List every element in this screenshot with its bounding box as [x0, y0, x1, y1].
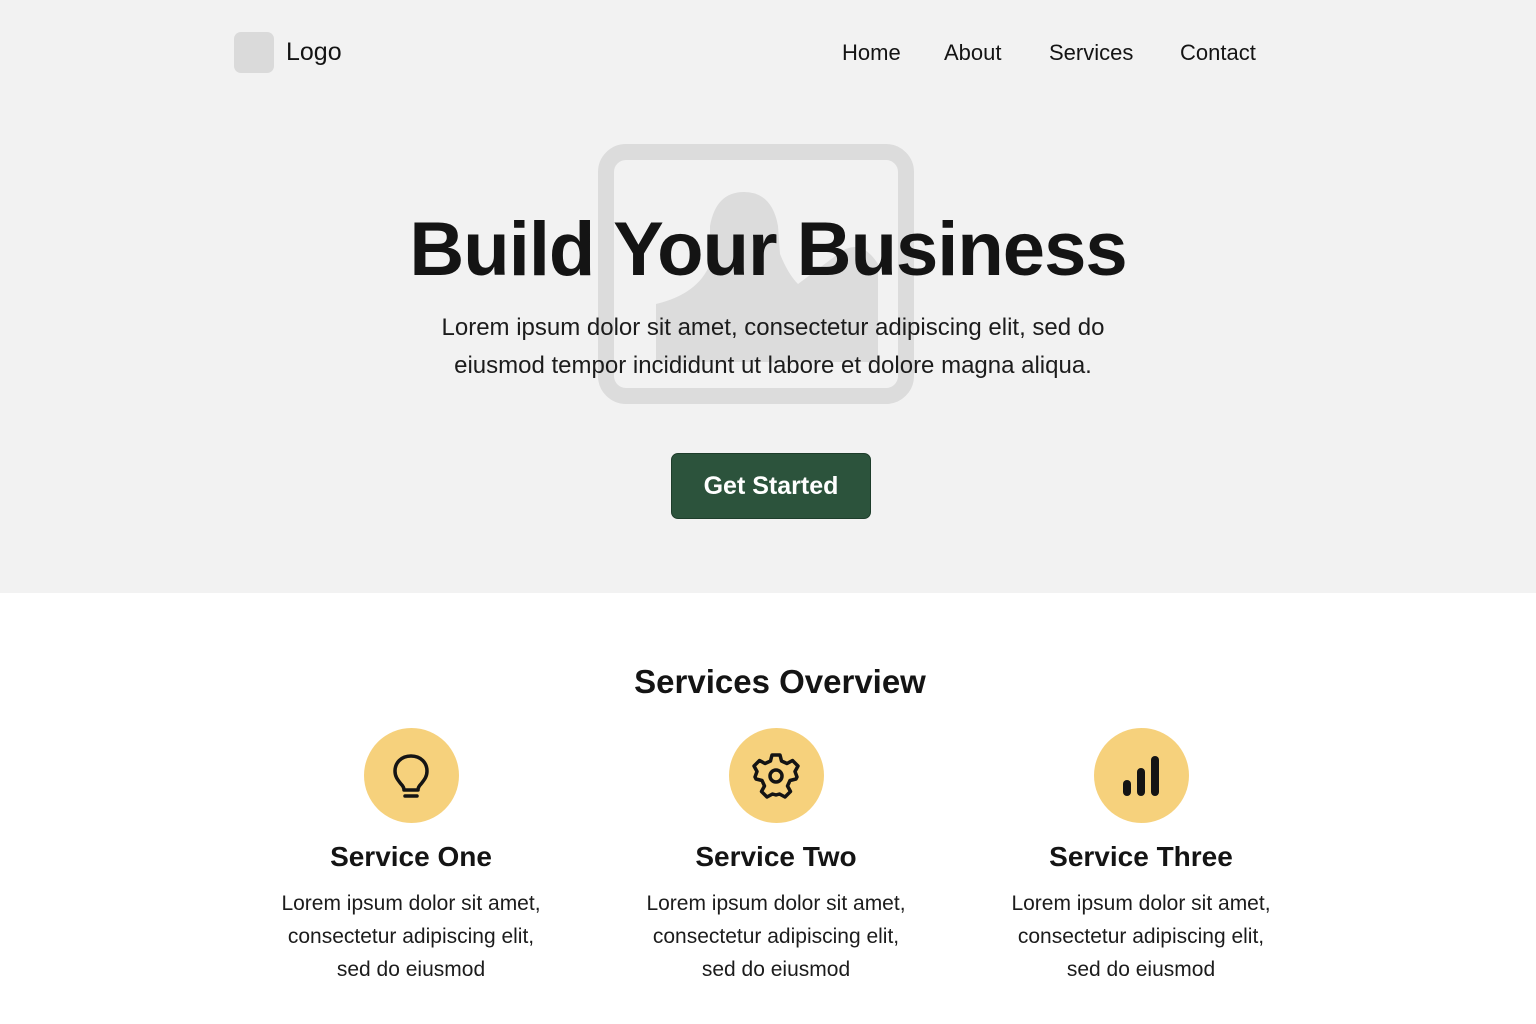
service-three-description: Lorem ipsum dolor sit amet, consectetur …: [1011, 892, 1271, 981]
nav-home-link[interactable]: Home: [842, 38, 901, 68]
gear-icon: [728, 728, 824, 823]
service-two-description: Lorem ipsum dolor sit amet, consectetur …: [646, 892, 906, 981]
logo-mark[interactable]: [234, 32, 274, 73]
lightbulb-icon: [363, 728, 459, 823]
hero-title: Build Your Business: [409, 207, 1127, 292]
service-one-title: Service One: [330, 841, 492, 872]
service-card-two: Service Two Lorem ipsum dolor sit amet, …: [626, 728, 926, 986]
nav-contact-link[interactable]: Contact: [1180, 38, 1256, 68]
nav-about-link[interactable]: About: [944, 38, 1002, 68]
logo-text[interactable]: Logo: [286, 36, 342, 69]
hero-section: Logo Home About Services Contact Build Y…: [0, 0, 1536, 593]
hero-subtitle: Lorem ipsum dolor sit amet, consectetur …: [441, 314, 1105, 379]
service-card-three: Service Three Lorem ipsum dolor sit amet…: [991, 728, 1291, 986]
service-two-title: Service Two: [695, 841, 857, 872]
service-one-description: Lorem ipsum dolor sit amet, consectetur …: [281, 892, 541, 981]
service-card-one: Service One Lorem ipsum dolor sit amet, …: [261, 728, 561, 986]
bar-chart-icon: [1093, 728, 1189, 823]
service-three-title: Service Three: [1049, 841, 1233, 872]
get-started-button[interactable]: Get Started: [671, 453, 871, 519]
nav-services-link[interactable]: Services: [1049, 38, 1133, 68]
services-heading: Services Overview: [634, 663, 926, 700]
